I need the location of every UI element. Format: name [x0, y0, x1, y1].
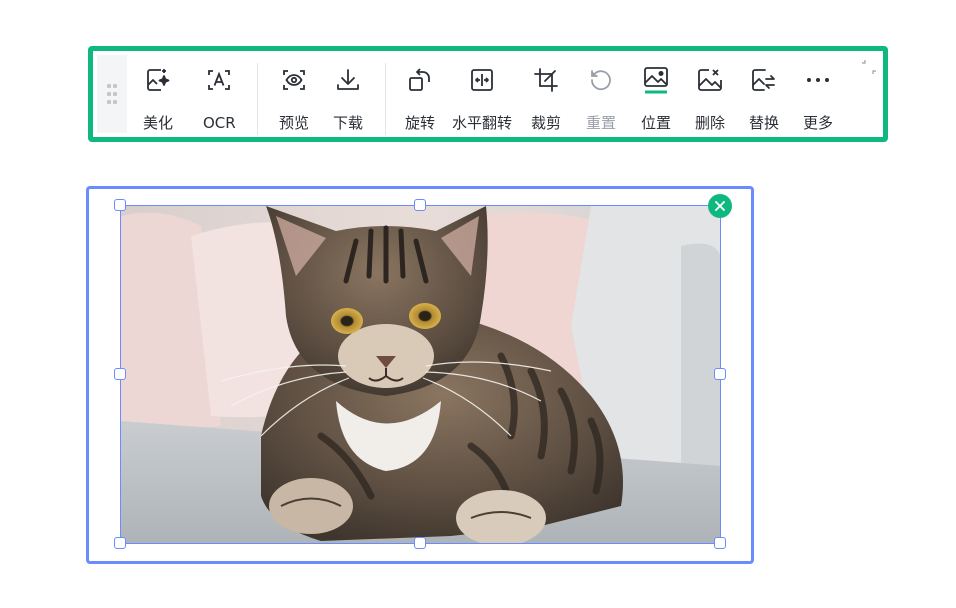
- ocr-icon: [204, 65, 234, 95]
- tool-ocr[interactable]: OCR: [203, 65, 236, 137]
- download-icon: [333, 65, 363, 95]
- flip-horizontal-icon: [467, 65, 497, 95]
- resize-handle-left[interactable]: [114, 368, 126, 380]
- collapse-toolbar-button[interactable]: [861, 59, 877, 75]
- toolbar-divider: [385, 63, 386, 135]
- replace-image-icon: [749, 65, 779, 95]
- tool-label: 位置: [641, 114, 672, 132]
- resize-handle-top-left[interactable]: [114, 199, 126, 211]
- tool-position[interactable]: 位置: [641, 65, 671, 137]
- tool-label: 删除: [695, 114, 726, 132]
- cat-image[interactable]: [120, 205, 721, 544]
- tool-label: 更多: [803, 114, 834, 132]
- tool-label: 水平翻转: [452, 114, 513, 132]
- more-icon: [803, 65, 833, 95]
- position-image-icon: [641, 65, 671, 95]
- crop-icon: [531, 65, 561, 95]
- collapse-icon: [862, 60, 876, 74]
- resize-handle-bottom[interactable]: [414, 537, 426, 549]
- tool-rotate[interactable]: 旋转: [405, 65, 435, 137]
- tool-reset[interactable]: 重置: [586, 65, 616, 137]
- resize-handle-bottom-left[interactable]: [114, 537, 126, 549]
- tool-label: 预览: [279, 114, 310, 132]
- tool-delete[interactable]: 删除: [695, 65, 725, 137]
- rotate-icon: [405, 65, 435, 95]
- toolbar-divider: [257, 63, 258, 135]
- close-icon: [715, 201, 725, 211]
- reset-icon: [586, 65, 616, 95]
- tool-replace[interactable]: 替换: [749, 65, 779, 137]
- tool-flip-horizontal[interactable]: 水平翻转: [452, 65, 512, 137]
- tool-label: 旋转: [405, 114, 436, 132]
- resize-handle-bottom-right[interactable]: [714, 537, 726, 549]
- tool-download[interactable]: 下载: [333, 65, 363, 137]
- tool-label: OCR: [203, 114, 236, 132]
- tool-label: 替换: [749, 114, 780, 132]
- tool-label: 裁剪: [531, 114, 562, 132]
- grip-icon: [107, 84, 117, 104]
- delete-image-icon: [695, 65, 725, 95]
- resize-handle-right[interactable]: [714, 368, 726, 380]
- resize-handle-top[interactable]: [414, 199, 426, 211]
- remove-image-button[interactable]: [708, 194, 732, 218]
- drag-handle[interactable]: [97, 55, 127, 133]
- tool-label: 重置: [586, 114, 617, 132]
- image-toolbar: 美化 OCR 预览 下载 旋转 水平翻转 裁剪 重置 位置 删除 替换 更多: [88, 46, 888, 142]
- tool-more[interactable]: 更多: [803, 65, 833, 137]
- tool-label: 下载: [333, 114, 364, 132]
- eye-icon: [279, 65, 309, 95]
- tool-label: 美化: [143, 114, 174, 132]
- tool-preview[interactable]: 预览: [279, 65, 309, 137]
- sparkle-image-icon: [143, 65, 173, 95]
- tool-beautify[interactable]: 美化: [143, 65, 173, 137]
- tool-crop[interactable]: 裁剪: [531, 65, 561, 137]
